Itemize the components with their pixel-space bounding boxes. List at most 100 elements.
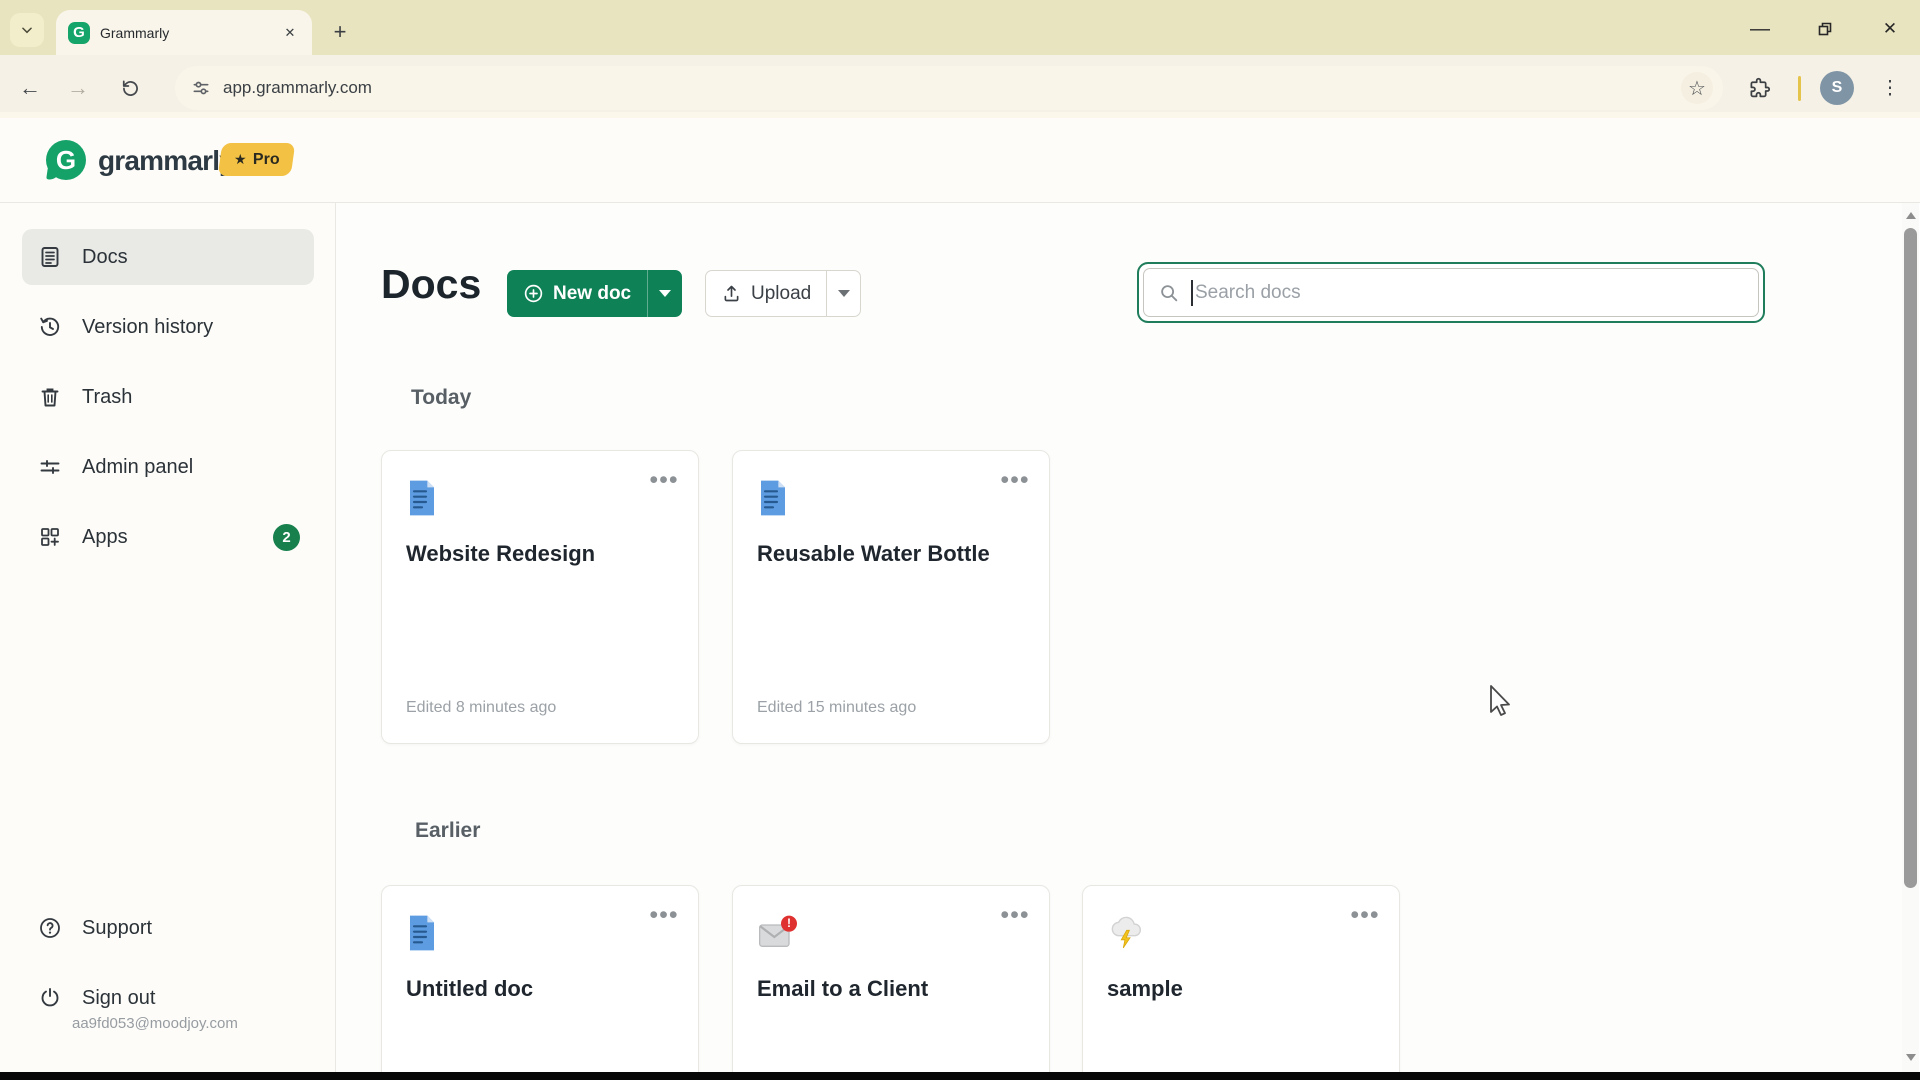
grammarly-favicon-icon: G (68, 21, 90, 44)
search-box (1137, 262, 1765, 323)
card-edited-meta: Edited 15 minutes ago (757, 699, 917, 716)
doc-card-reusable-water-bottle[interactable]: ••• Reusable Water Bottle Edited 15 minu… (732, 450, 1050, 744)
new-doc-main[interactable]: New doc (507, 270, 647, 317)
forward-button[interactable]: → (60, 70, 96, 106)
section-label-today: Today (411, 386, 472, 409)
docs-icon (41, 247, 59, 267)
url-text[interactable]: app.grammarly.com (223, 78, 1669, 98)
card-title: Untitled doc (406, 976, 534, 1001)
tab-close-icon[interactable]: ✕ (280, 23, 300, 43)
grammarly-logo-icon[interactable]: G (46, 140, 86, 180)
card-title: sample (1107, 976, 1183, 1001)
upload-dropdown-button[interactable] (826, 271, 860, 316)
doc-card-untitled-doc[interactable]: ••• Untitled doc (381, 885, 699, 1072)
sidebar: Docs Version history Trash Admin panel A… (0, 203, 336, 1072)
back-button[interactable]: ← (12, 70, 48, 106)
browser-tabstrip: G Grammarly ✕ + — ✕ (0, 0, 1920, 55)
upload-button[interactable]: Upload (705, 270, 862, 317)
sidebar-item-admin-panel[interactable]: Admin panel (22, 439, 314, 495)
blue-doc-icon (410, 915, 434, 951)
tab-title: Grammarly (100, 24, 170, 41)
blue-doc-icon (410, 480, 434, 516)
doc-card-website-redesign[interactable]: ••• Website Redesign Edited 8 minutes ag… (381, 450, 699, 744)
upload-icon (724, 285, 739, 302)
browser-profile-avatar[interactable]: S (1820, 71, 1854, 105)
doc-card-email-to-a-client[interactable]: ! ••• Email to a Client (732, 885, 1050, 1072)
mouse-cursor (1490, 685, 1510, 716)
extensions-button[interactable] (1742, 70, 1778, 106)
window-minimize-button[interactable]: — (1745, 14, 1775, 44)
search-icon (1161, 284, 1178, 301)
puzzle-icon (1750, 77, 1771, 98)
window-close-button[interactable]: ✕ (1875, 14, 1905, 44)
screen-edge-bar (0, 1072, 1920, 1080)
power-icon (41, 988, 59, 1007)
card-more-menu-icon[interactable]: ••• (997, 900, 1033, 930)
search-input[interactable] (1191, 279, 1744, 306)
main-content: Docs New doc Upload Today ••• Website Re… (336, 203, 1904, 1072)
history-icon (40, 317, 60, 336)
chevron-down-icon (22, 27, 32, 34)
sidebar-item-label: Apps (82, 525, 128, 548)
tabstrip-chevron-button[interactable] (10, 13, 44, 47)
email-alert-icon: ! (759, 915, 797, 948)
sidebar-item-apps[interactable]: Apps 2 (22, 509, 314, 565)
sidebar-item-version-history[interactable]: Version history (22, 299, 314, 355)
scrollbar-thumb[interactable] (1904, 228, 1917, 888)
browser-menu-icon[interactable]: ⋮ (1874, 70, 1906, 106)
sidebar-item-label: Docs (82, 245, 128, 268)
scroll-up-arrow[interactable] (1902, 207, 1919, 224)
chevron-down-icon (837, 290, 850, 297)
reload-icon (122, 79, 138, 96)
sidebar-item-label: Version history (82, 315, 214, 338)
toolbar-separator (1798, 76, 1801, 101)
new-doc-dropdown-button[interactable] (647, 270, 682, 317)
card-more-menu-icon[interactable]: ••• (997, 465, 1033, 495)
upload-main[interactable]: Upload (706, 271, 826, 316)
pro-badge: ★ Pro (217, 143, 296, 176)
upload-label: Upload (751, 282, 812, 304)
window-restore-button[interactable] (1810, 14, 1840, 44)
sidebar-item-docs[interactable]: Docs (22, 229, 314, 285)
card-more-menu-icon[interactable]: ••• (646, 900, 682, 930)
sidebar-item-trash[interactable]: Trash (22, 369, 314, 425)
doc-card-sample[interactable]: ••• sample (1082, 885, 1400, 1072)
bookmark-star-icon[interactable]: ☆ (1681, 72, 1713, 104)
card-more-menu-icon[interactable]: ••• (1347, 900, 1383, 930)
page-title: Docs (381, 261, 482, 307)
account-email: aa9fd053@moodjoy.com (72, 1015, 238, 1032)
new-doc-label: New doc (553, 282, 632, 304)
grammarly-wordmark: grammarly (98, 145, 235, 176)
sidebar-item-support[interactable]: Support (22, 900, 314, 956)
card-title: Email to a Client (757, 976, 929, 1001)
sidebar-item-label: Admin panel (82, 455, 194, 478)
sliders-icon (40, 460, 60, 474)
new-tab-button[interactable]: + (326, 18, 354, 46)
card-edited-meta: Edited 8 minutes ago (406, 699, 557, 716)
chevron-down-icon (659, 290, 672, 297)
card-title: Reusable Water Bottle (757, 541, 990, 566)
apps-count-badge: 2 (273, 523, 300, 551)
sidebar-item-label: Trash (82, 385, 133, 408)
card-title: Website Redesign (406, 541, 596, 566)
cloud-bolt-icon (1111, 916, 1141, 949)
page-scrollbar[interactable] (1902, 203, 1919, 1072)
support-label: Support (82, 916, 153, 939)
apps-grid-icon (41, 528, 59, 546)
restore-icon (1818, 22, 1832, 36)
scroll-down-arrow[interactable] (1902, 1049, 1919, 1066)
pro-badge-label: Pro (252, 150, 280, 168)
reload-button[interactable] (112, 70, 148, 106)
browser-tab-grammarly[interactable]: G Grammarly ✕ (56, 10, 312, 55)
address-bar[interactable]: app.grammarly.com ☆ (175, 66, 1723, 110)
help-circle-icon (40, 918, 60, 938)
svg-text:!: ! (787, 916, 791, 930)
blue-doc-icon (761, 480, 785, 516)
sign-out-label: Sign out (82, 986, 156, 1009)
section-label-earlier: Earlier (415, 819, 481, 842)
new-doc-button[interactable]: New doc (507, 270, 683, 317)
card-more-menu-icon[interactable]: ••• (646, 465, 682, 495)
plus-circle-icon (524, 284, 543, 303)
site-settings-tune-icon[interactable] (191, 78, 211, 98)
star-icon: ★ (234, 151, 247, 167)
